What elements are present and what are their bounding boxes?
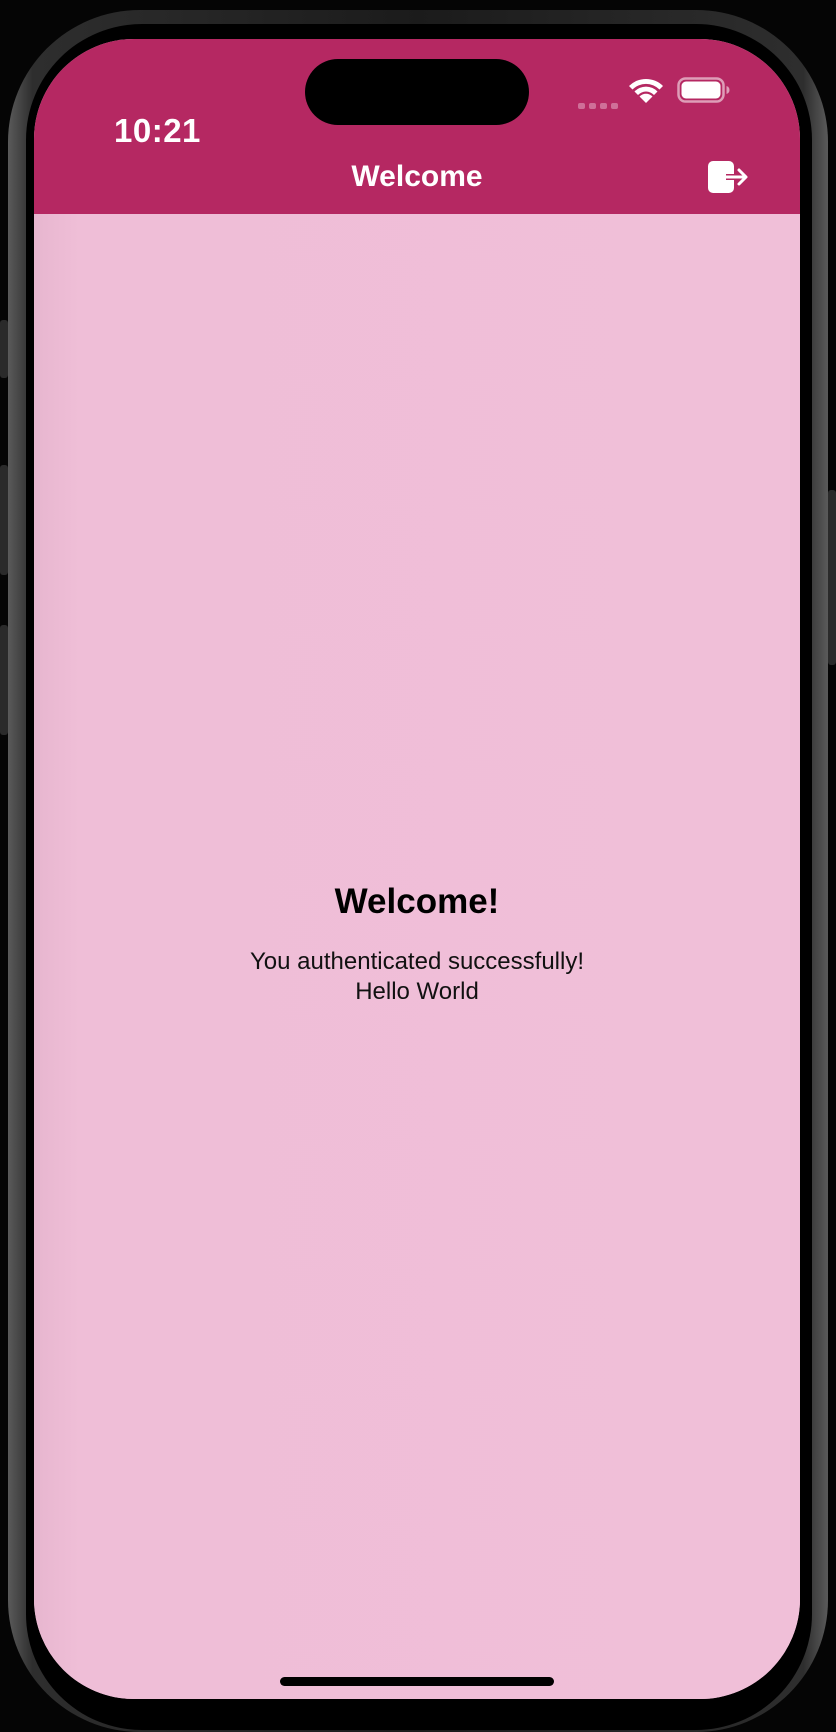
home-indicator[interactable]: [280, 1677, 554, 1686]
app-header: 10:21 Welcome: [34, 39, 800, 214]
side-button-left-bottom: [0, 625, 8, 735]
cellular-signal-icon: [578, 99, 620, 109]
wifi-icon: [629, 78, 663, 103]
side-button-right: [828, 490, 836, 665]
auth-success-message: You authenticated successfully!: [250, 948, 584, 975]
welcome-heading: Welcome!: [334, 882, 500, 921]
status-time: 10:21: [114, 112, 201, 149]
greeting-text: Hello World: [355, 978, 479, 1005]
side-button-left-top: [0, 320, 8, 378]
nav-title: Welcome: [351, 160, 483, 193]
battery-icon: [677, 77, 730, 103]
device-scene: 10:21 Welcome Welcome! You authenticated…: [0, 0, 836, 1732]
logout-icon: [708, 161, 748, 193]
logout-button[interactable]: [704, 155, 752, 199]
side-button-left-middle: [0, 465, 8, 575]
dynamic-island: [305, 59, 529, 125]
main-content: Welcome! You authenticated successfully!…: [34, 214, 800, 1699]
app-screen: 10:21 Welcome Welcome! You authenticated…: [34, 39, 800, 1699]
